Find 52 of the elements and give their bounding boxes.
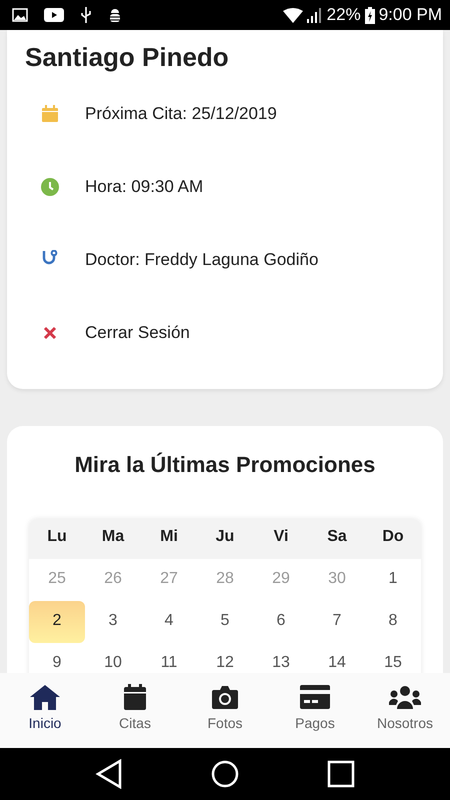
calendar-day[interactable]: 10 (85, 642, 141, 673)
clock-icon (41, 178, 59, 196)
logout-link[interactable]: Cerrar Sesión (85, 320, 190, 346)
close-icon (43, 326, 57, 340)
calendar-day[interactable]: 13 (253, 642, 309, 673)
calendar-day[interactable]: 12 (197, 642, 253, 673)
calendar-day[interactable]: 4 (141, 600, 197, 643)
battery-charging-icon (364, 6, 375, 24)
calendar-day[interactable]: 15 (365, 642, 421, 673)
calendar-day[interactable]: 14 (309, 642, 365, 673)
calendar-day[interactable]: 7 (309, 600, 365, 643)
calendar-day[interactable]: 9 (29, 642, 85, 673)
back-button[interactable] (95, 759, 123, 789)
clock-time: 9:00 PM (378, 4, 442, 26)
user-name: Santiago Pinedo (25, 42, 230, 74)
home-button[interactable] (211, 760, 239, 788)
calendar-day[interactable]: 1 (365, 558, 421, 601)
video-icon (44, 8, 64, 22)
calendar-day[interactable]: 3 (85, 600, 141, 643)
camera-icon (212, 685, 238, 709)
credit-card-icon (300, 685, 330, 709)
weekday-label: Ma (100, 526, 126, 547)
info-text: Hora: 09:30 AM (85, 176, 204, 198)
weekday-label: Ju (214, 526, 236, 547)
wifi-icon (282, 8, 303, 22)
nav-tab[interactable]: Pagos (270, 673, 360, 748)
promotions-title: Mira la Últimas Promociones (74, 452, 376, 479)
calendar-day[interactable]: 11 (141, 642, 197, 673)
weekday-label: Vi (272, 526, 290, 547)
home-icon (30, 684, 60, 710)
bug-icon (108, 8, 122, 22)
users-icon (389, 685, 421, 709)
weekday-label: Do (381, 526, 405, 547)
calendar-icon (41, 104, 59, 123)
calendar-day[interactable]: 6 (253, 600, 309, 643)
weekday-label: Sa (326, 526, 348, 547)
calendar-day[interactable]: 5 (197, 600, 253, 643)
calendar-day[interactable]: 2 (29, 600, 85, 643)
weekday-label: Lu (46, 526, 68, 547)
info-text: Próxima Cita: 25/12/2019 (85, 102, 277, 125)
image-icon (12, 8, 28, 22)
recent-apps-button[interactable] (327, 760, 355, 788)
nav-tab[interactable]: Citas (90, 673, 180, 748)
weekday-label: Mi (159, 526, 179, 547)
battery-percent: 22% (326, 4, 361, 26)
signal-icon (306, 8, 323, 22)
calendar-day[interactable]: 8 (365, 600, 421, 643)
nav-tab[interactable]: Inicio (0, 673, 90, 748)
nav-tab[interactable]: Nosotros (360, 673, 450, 748)
info-text: Doctor: Freddy Laguna Godiño (85, 248, 318, 271)
nav-tab[interactable]: Fotos (180, 673, 270, 748)
calendar-icon (124, 684, 146, 710)
